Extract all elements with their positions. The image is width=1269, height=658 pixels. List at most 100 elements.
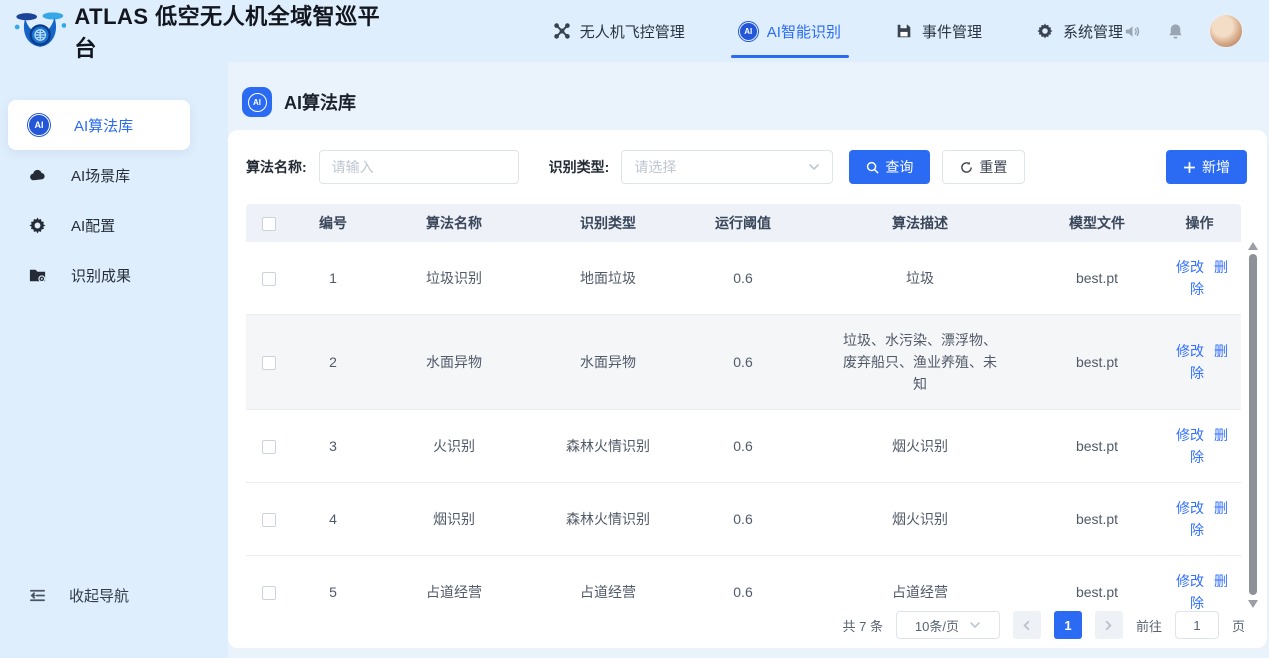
folder-icon	[28, 266, 47, 285]
main-content: AI AI算法库 算法名称: 识别类型: 请选择 查询	[228, 62, 1269, 658]
sidebar-item-recognition-results[interactable]: 识别成果	[0, 250, 228, 300]
sidebar-item-ai-config[interactable]: AI配置	[0, 200, 228, 250]
column-header: 运行阈值	[682, 204, 804, 242]
column-header: 操作	[1158, 204, 1241, 242]
cell-model: best.pt	[1036, 556, 1158, 611]
cell-type: 占道经营	[534, 556, 682, 611]
column-header: 编号	[292, 204, 374, 242]
select-placeholder: 请选择	[634, 157, 676, 177]
column-header: 算法描述	[804, 204, 1036, 242]
cell-type: 森林火情识别	[534, 483, 682, 556]
row-checkbox[interactable]	[262, 356, 276, 370]
row-checkbox[interactable]	[262, 586, 276, 600]
algorithm-table: 编号 算法名称 识别类型 运行阈值 算法描述 模型文件 操作 1垃圾识别地面垃圾…	[246, 204, 1241, 610]
chevron-left-icon	[1021, 620, 1032, 631]
speaker-icon[interactable]	[1123, 22, 1142, 41]
cell-model: best.pt	[1036, 410, 1158, 483]
sidebar-item-ai-algorithms[interactable]: AI AI算法库	[8, 100, 190, 150]
chevron-right-icon	[1103, 620, 1114, 631]
cell-id: 5	[292, 556, 374, 611]
user-avatar[interactable]	[1209, 14, 1243, 48]
page-header: AI AI算法库	[228, 62, 1269, 117]
save-icon	[895, 22, 913, 40]
cell-threshold: 0.6	[682, 410, 804, 483]
tab-label: AI智能识别	[767, 21, 841, 42]
sidebar-item-ai-scenes[interactable]: AI场景库	[0, 150, 228, 200]
cloud-icon	[28, 166, 47, 185]
cell-type: 水面异物	[534, 315, 682, 410]
prev-page-button[interactable]	[1013, 611, 1041, 639]
page-size-select[interactable]: 10条/页	[896, 611, 1000, 639]
edit-link[interactable]: 修改	[1176, 500, 1204, 516]
cell-name: 水面异物	[374, 315, 534, 410]
tab-system-management[interactable]: 系统管理	[1036, 0, 1123, 62]
cell-actions: 修改删除	[1158, 242, 1241, 315]
table-row: 3火识别森林火情识别0.6烟火识别best.pt修改删除	[246, 410, 1241, 483]
cell-id: 2	[292, 315, 374, 410]
main-nav: 无人机飞控管理 AI AI智能识别 事件管理 系统管理	[553, 0, 1123, 62]
cell-threshold: 0.6	[682, 556, 804, 611]
algorithm-name-label: 算法名称:	[246, 157, 307, 177]
edit-link[interactable]: 修改	[1176, 573, 1204, 589]
cell-id: 4	[292, 483, 374, 556]
cell-id: 3	[292, 410, 374, 483]
edit-link[interactable]: 修改	[1176, 343, 1204, 359]
row-checkbox[interactable]	[262, 272, 276, 286]
cell-model: best.pt	[1036, 242, 1158, 315]
reset-button[interactable]: 重置	[942, 150, 1025, 184]
tab-ai-recognition[interactable]: AI AI智能识别	[739, 0, 841, 62]
recognition-type-select[interactable]: 请选择	[621, 150, 833, 184]
ai-badge-icon: AI	[242, 87, 272, 117]
current-page-button[interactable]: 1	[1054, 611, 1082, 639]
pagination: 共 7 条 10条/页 1 前往 页	[843, 611, 1246, 639]
cell-name: 占道经营	[374, 556, 534, 611]
cell-desc: 烟火识别	[804, 410, 1036, 483]
tab-event-management[interactable]: 事件管理	[895, 0, 982, 62]
table-scrollbar[interactable]	[1248, 242, 1258, 610]
next-page-button[interactable]	[1095, 611, 1123, 639]
column-header: 识别类型	[534, 204, 682, 242]
row-checkbox[interactable]	[262, 440, 276, 454]
table-row: 5占道经营占道经营0.6占道经营best.pt修改删除	[246, 556, 1241, 611]
algorithm-name-input[interactable]	[319, 150, 519, 184]
cell-desc: 垃圾、水污染、漂浮物、废弃船只、渔业养殖、未知	[804, 315, 1036, 410]
tab-flight-control[interactable]: 无人机飞控管理	[553, 0, 685, 62]
sidebar-item-label: AI场景库	[71, 165, 130, 186]
ai-badge-icon: AI	[28, 114, 50, 136]
cell-threshold: 0.6	[682, 483, 804, 556]
cell-type: 地面垃圾	[534, 242, 682, 315]
scrollbar-thumb[interactable]	[1249, 254, 1257, 595]
search-button[interactable]: 查询	[849, 150, 930, 184]
goto-suffix: 页	[1232, 616, 1245, 635]
page-title: AI算法库	[284, 89, 356, 115]
row-checkbox[interactable]	[262, 513, 276, 527]
cell-type: 森林火情识别	[534, 410, 682, 483]
sidebar: AI AI算法库 AI场景库 AI配置 识别成果 收起导航	[0, 62, 228, 658]
table-row: 1垃圾识别地面垃圾0.6垃圾best.pt修改删除	[246, 242, 1241, 315]
collapse-nav-button[interactable]: 收起导航	[0, 574, 228, 616]
cell-threshold: 0.6	[682, 242, 804, 315]
cell-actions: 修改删除	[1158, 483, 1241, 556]
scrollbar-up-arrow[interactable]	[1248, 242, 1258, 250]
cell-model: best.pt	[1036, 315, 1158, 410]
sidebar-item-label: AI配置	[71, 215, 115, 236]
content-card: 算法名称: 识别类型: 请选择 查询 重置	[228, 130, 1267, 648]
goto-page-input[interactable]	[1175, 611, 1219, 639]
drone-logo-icon	[14, 8, 66, 54]
filter-bar: 算法名称: 识别类型: 请选择 查询 重置	[228, 130, 1267, 204]
select-all-checkbox[interactable]	[262, 217, 276, 231]
edit-link[interactable]: 修改	[1176, 259, 1204, 275]
cell-threshold: 0.6	[682, 315, 804, 410]
tab-label: 事件管理	[922, 21, 982, 42]
cell-name: 烟识别	[374, 483, 534, 556]
column-header: 算法名称	[374, 204, 534, 242]
add-button[interactable]: 新增	[1166, 150, 1247, 184]
edit-link[interactable]: 修改	[1176, 427, 1204, 443]
plus-icon	[1183, 161, 1196, 174]
sidebar-item-label: 识别成果	[71, 265, 131, 286]
bell-icon[interactable]	[1166, 22, 1185, 41]
table-body-scroll[interactable]: 1垃圾识别地面垃圾0.6垃圾best.pt修改删除2水面异物水面异物0.6垃圾、…	[246, 242, 1241, 610]
scrollbar-down-arrow[interactable]	[1248, 600, 1258, 608]
sidebar-item-label: AI算法库	[74, 115, 133, 136]
tab-label: 无人机飞控管理	[580, 21, 685, 42]
